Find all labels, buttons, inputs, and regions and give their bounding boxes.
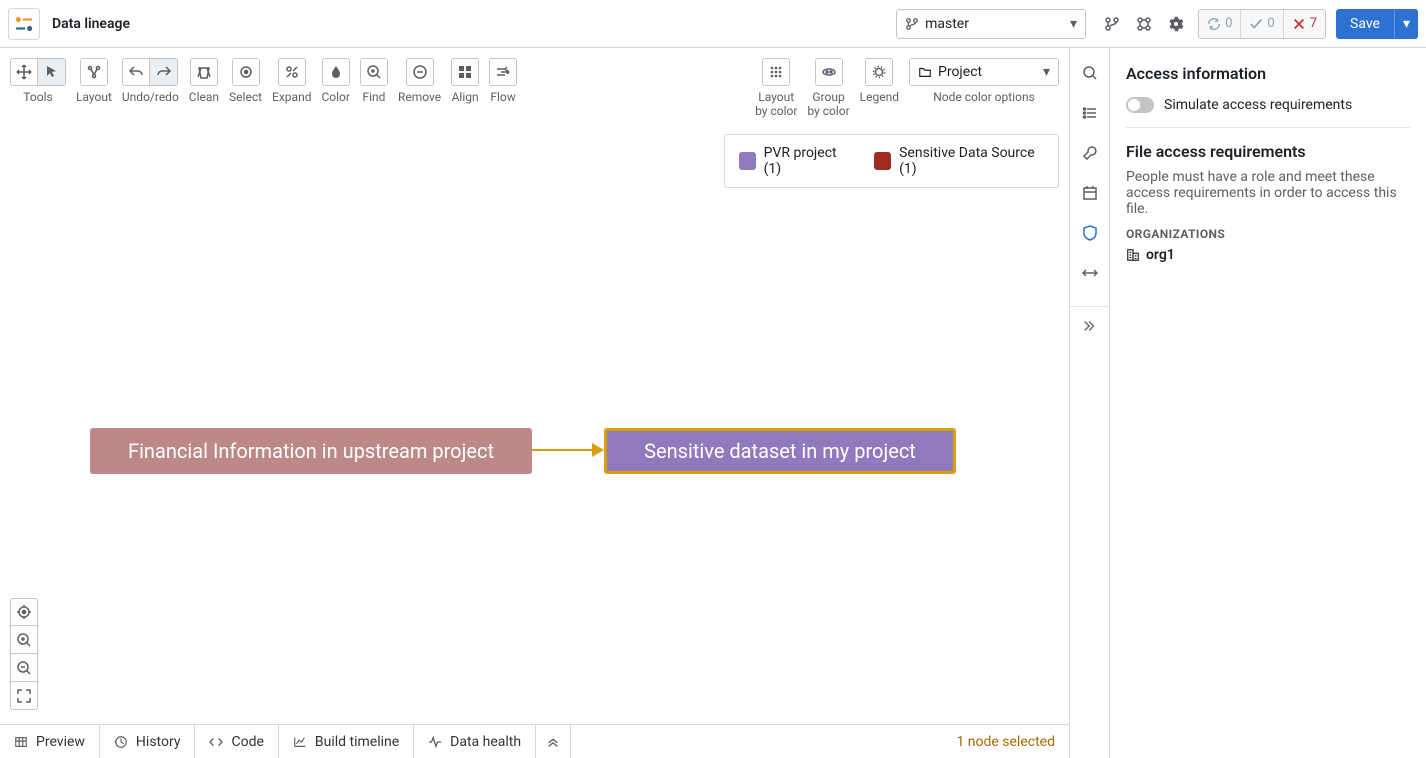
- status-group: 0 0 7: [1198, 9, 1326, 39]
- legend-item: Sensitive Data Source (1): [874, 145, 1044, 177]
- search-button[interactable]: [1074, 62, 1106, 84]
- branch-name: master: [925, 16, 969, 32]
- legend-item: PVR project (1): [739, 145, 850, 177]
- file-access-title: File access requirements: [1126, 142, 1410, 161]
- legend-swatch: [874, 152, 891, 170]
- legend-swatch: [739, 152, 756, 170]
- edge-arrow-head: [592, 443, 604, 457]
- app-header: Data lineage master ▾ 0 0 7 Save ▾: [0, 0, 1426, 48]
- pan-tool[interactable]: [10, 58, 38, 86]
- shortcuts-button[interactable]: [1130, 10, 1158, 38]
- tab-code[interactable]: Code: [195, 725, 278, 758]
- selection-status: 1 node selected: [956, 734, 1055, 750]
- lineage-node-upstream[interactable]: Financial Information in upstream projec…: [90, 428, 532, 474]
- bottom-tabs: Preview History Code Build timeline Data…: [0, 724, 1069, 758]
- save-button[interactable]: Save ▾: [1336, 9, 1418, 39]
- org-icon: [1126, 248, 1140, 262]
- expand-button[interactable]: [278, 58, 306, 86]
- lineage-canvas[interactable]: Tools Layout Undo/redo Clean Select Expa…: [0, 48, 1070, 758]
- file-access-desc: People must have a role and meet these a…: [1126, 169, 1410, 217]
- calendar-button[interactable]: [1074, 182, 1106, 204]
- remove-button[interactable]: [406, 58, 434, 86]
- simulate-toggle[interactable]: [1126, 97, 1154, 113]
- zoom-out-button[interactable]: [10, 654, 38, 682]
- zoom-controls: [10, 598, 38, 710]
- table-icon: [14, 735, 28, 749]
- branches-button[interactable]: [1098, 10, 1126, 38]
- tab-preview[interactable]: Preview: [0, 725, 100, 758]
- color-button[interactable]: [322, 58, 350, 86]
- zoom-in-button[interactable]: [10, 626, 38, 654]
- right-panel: Access information Simulate access requi…: [1110, 48, 1426, 758]
- error-status[interactable]: 7: [1283, 10, 1325, 38]
- sync-icon: [1207, 17, 1221, 31]
- rail-collapse[interactable]: [1070, 306, 1109, 333]
- tab-history[interactable]: History: [100, 725, 196, 758]
- history-icon: [114, 735, 128, 749]
- shield-button[interactable]: [1074, 222, 1106, 244]
- app-logo[interactable]: [8, 8, 40, 40]
- width-button[interactable]: [1074, 262, 1106, 284]
- group-by-color-button[interactable]: [815, 58, 843, 86]
- locate-button[interactable]: [10, 598, 38, 626]
- panel-title: Access information: [1126, 64, 1410, 83]
- wrench-button[interactable]: [1074, 142, 1106, 164]
- redo-button[interactable]: [150, 58, 178, 86]
- tabs-collapse[interactable]: [536, 725, 571, 758]
- pulse-icon: [428, 735, 442, 749]
- tab-data-health[interactable]: Data health: [414, 725, 536, 758]
- lineage-node-selected[interactable]: Sensitive dataset in my project: [604, 428, 956, 474]
- x-icon: [1292, 17, 1306, 31]
- select-button[interactable]: [232, 58, 260, 86]
- find-button[interactable]: [360, 58, 388, 86]
- check-icon: [1249, 17, 1263, 31]
- align-button[interactable]: [451, 58, 479, 86]
- fit-button[interactable]: [10, 682, 38, 710]
- page-title: Data lineage: [52, 16, 896, 32]
- org-label: ORGANIZATIONS: [1126, 227, 1410, 241]
- tab-build-timeline[interactable]: Build timeline: [279, 725, 414, 758]
- flow-button[interactable]: [489, 58, 517, 86]
- chevron-up-double-icon: [546, 735, 560, 749]
- timeline-icon: [293, 735, 307, 749]
- list-button[interactable]: [1074, 102, 1106, 124]
- right-toolbar: Layout by color Group by color Legend Pr…: [755, 58, 1059, 119]
- undo-button[interactable]: [122, 58, 150, 86]
- settings-button[interactable]: [1162, 10, 1190, 38]
- caret-down-icon: ▾: [1070, 16, 1077, 32]
- save-dropdown[interactable]: ▾: [1394, 9, 1418, 39]
- legend-button[interactable]: [865, 58, 893, 86]
- caret-down-icon: ▾: [1043, 64, 1050, 80]
- branch-select[interactable]: master ▾: [896, 9, 1086, 39]
- ok-status[interactable]: 0: [1240, 10, 1282, 38]
- git-branch-icon: [905, 17, 919, 31]
- clean-button[interactable]: [190, 58, 218, 86]
- simulate-label: Simulate access requirements: [1164, 97, 1352, 113]
- legend-box: PVR project (1) Sensitive Data Source (1…: [724, 134, 1059, 188]
- layout-button[interactable]: [80, 58, 108, 86]
- folder-icon: [918, 65, 932, 79]
- code-icon: [209, 735, 223, 749]
- org-item: org1: [1126, 247, 1410, 263]
- side-rail: [1070, 48, 1110, 758]
- sync-status[interactable]: 0: [1199, 10, 1240, 38]
- select-tool[interactable]: [38, 58, 66, 86]
- edge-arrow: [532, 449, 594, 451]
- layout-by-color-button[interactable]: [762, 58, 790, 86]
- canvas-toolbar: Tools Layout Undo/redo Clean Select Expa…: [10, 58, 517, 104]
- node-color-select[interactable]: Project ▾: [909, 58, 1059, 86]
